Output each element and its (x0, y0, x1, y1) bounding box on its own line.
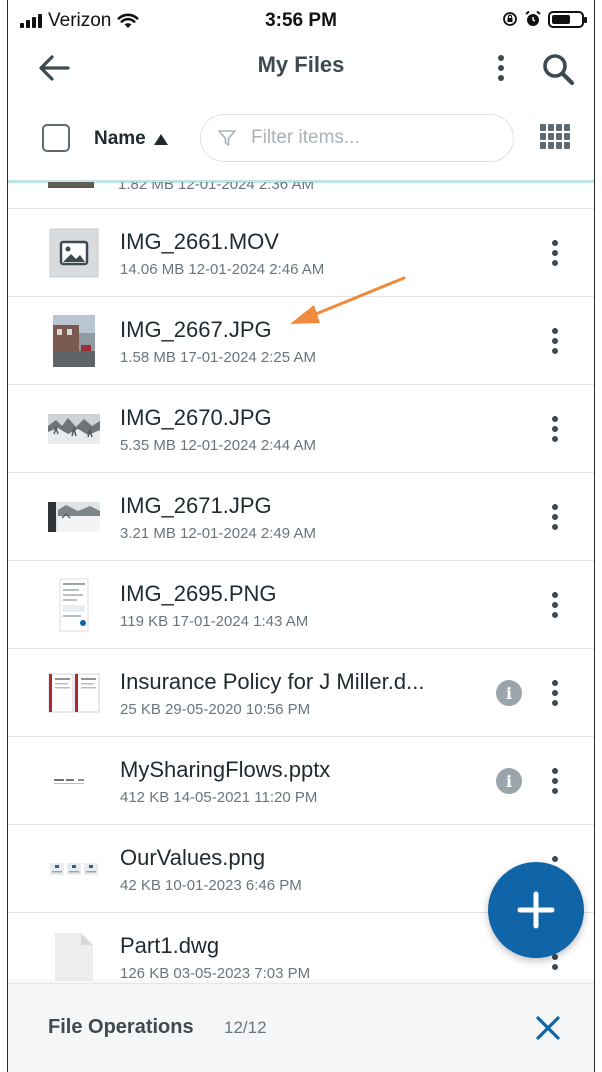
file-operations-count: 12/12 (224, 1018, 267, 1037)
row-more-icon[interactable] (548, 237, 562, 269)
file-name: IMG_2670.JPG (120, 405, 272, 430)
image-thumbnail (48, 182, 94, 188)
row-more-icon[interactable] (548, 501, 562, 533)
file-row[interactable]: IMG_2667.JPG 1.58 MB 17-01-2024 2:25 AM (8, 297, 594, 385)
row-more-icon[interactable] (548, 677, 562, 709)
file-meta: 3.21 MB 12-01-2024 2:49 AM (120, 525, 316, 542)
orientation-lock-icon (503, 12, 517, 26)
file-list[interactable]: 1.82 MB 12-01-2024 2:36 AM IMG_2661.MOV … (8, 182, 594, 984)
file-meta: 126 KB 03-05-2023 7:03 PM (120, 965, 311, 982)
grid-view-icon[interactable] (540, 124, 572, 152)
plus-icon (517, 891, 555, 929)
image-thumbnail (48, 315, 100, 367)
file-row[interactable]: IMG_2661.MOV 14.06 MB 12-01-2024 2:46 AM (8, 209, 594, 297)
image-thumbnail (48, 403, 100, 455)
row-more-icon[interactable] (548, 413, 562, 445)
file-meta: 25 KB 29-05-2020 10:56 PM (120, 701, 311, 718)
file-meta: 1.82 MB 12-01-2024 2:36 AM (118, 182, 314, 193)
file-name: IMG_2695.PNG (120, 581, 277, 606)
filter-input[interactable] (249, 126, 483, 150)
filter-funnel-icon (218, 130, 236, 146)
image-thumbnail (48, 578, 100, 632)
row-more-icon[interactable] (548, 589, 562, 621)
file-row[interactable]: IMG_2671.JPG 3.21 MB 12-01-2024 2:49 AM (8, 473, 594, 561)
info-icon[interactable]: i (496, 768, 522, 794)
row-more-icon[interactable] (548, 765, 562, 797)
file-row[interactable]: IMG_2670.JPG 5.35 MB 12-01-2024 2:44 AM (8, 385, 594, 473)
list-toolbar: Name (8, 98, 594, 183)
close-icon[interactable] (534, 1014, 562, 1042)
select-all-checkbox[interactable] (42, 124, 70, 152)
file-meta: 119 KB 17-01-2024 1:43 AM (120, 613, 309, 630)
row-more-icon[interactable] (548, 325, 562, 357)
search-icon[interactable] (540, 51, 576, 87)
battery-icon (548, 10, 587, 28)
list-item-partial[interactable]: 1.82 MB 12-01-2024 2:36 AM (8, 182, 594, 209)
add-fab-button[interactable] (488, 862, 584, 958)
file-name: OurValues.png (120, 845, 266, 870)
image-thumbnail (48, 843, 100, 895)
file-row[interactable]: MySharingFlows.pptx 412 KB 14-05-2021 11… (8, 737, 594, 825)
file-name: MySharingFlows.pptx (120, 757, 331, 782)
file-operations-bar: File Operations 12/12 (8, 983, 594, 1072)
file-name: IMG_2661.MOV (120, 229, 279, 254)
file-meta: 14.06 MB 12-01-2024 2:46 AM (120, 261, 325, 278)
info-icon[interactable]: i (496, 680, 522, 706)
file-meta: 1.58 MB 17-01-2024 2:25 AM (120, 349, 316, 366)
sort-ascending-icon (153, 133, 168, 145)
slides-thumbnail (48, 755, 100, 807)
image-thumbnail (48, 491, 100, 543)
file-meta: 42 KB 10-01-2023 6:46 PM (120, 877, 302, 894)
sort-by-name-button[interactable]: Name (94, 128, 168, 150)
filter-field[interactable] (200, 114, 514, 162)
file-meta: 5.35 MB 12-01-2024 2:44 AM (120, 437, 316, 454)
kebab-menu-icon[interactable] (494, 52, 508, 84)
file-name: IMG_2667.JPG (120, 317, 272, 342)
file-row[interactable]: Insurance Policy for J Miller.d... 25 KB… (8, 649, 594, 737)
file-row[interactable]: IMG_2695.PNG 119 KB 17-01-2024 1:43 AM (8, 561, 594, 649)
generic-file-icon (48, 931, 100, 983)
status-icons (502, 10, 587, 28)
sort-label: Name (94, 128, 146, 149)
navigation-bar: My Files (8, 38, 594, 99)
file-name: IMG_2671.JPG (120, 493, 272, 518)
video-thumbnail-icon (48, 227, 100, 279)
document-thumbnail (48, 667, 100, 719)
file-name: Insurance Policy for J Miller.d... (120, 669, 425, 694)
file-meta: 412 KB 14-05-2021 11:20 PM (120, 789, 318, 806)
app-window: Verizon 3:56 PM My Files Name Filter ite… (7, 0, 595, 1072)
file-name: Part1.dwg (120, 933, 220, 958)
file-operations-label[interactable]: File Operations (48, 1016, 194, 1039)
alarm-icon (525, 10, 541, 26)
